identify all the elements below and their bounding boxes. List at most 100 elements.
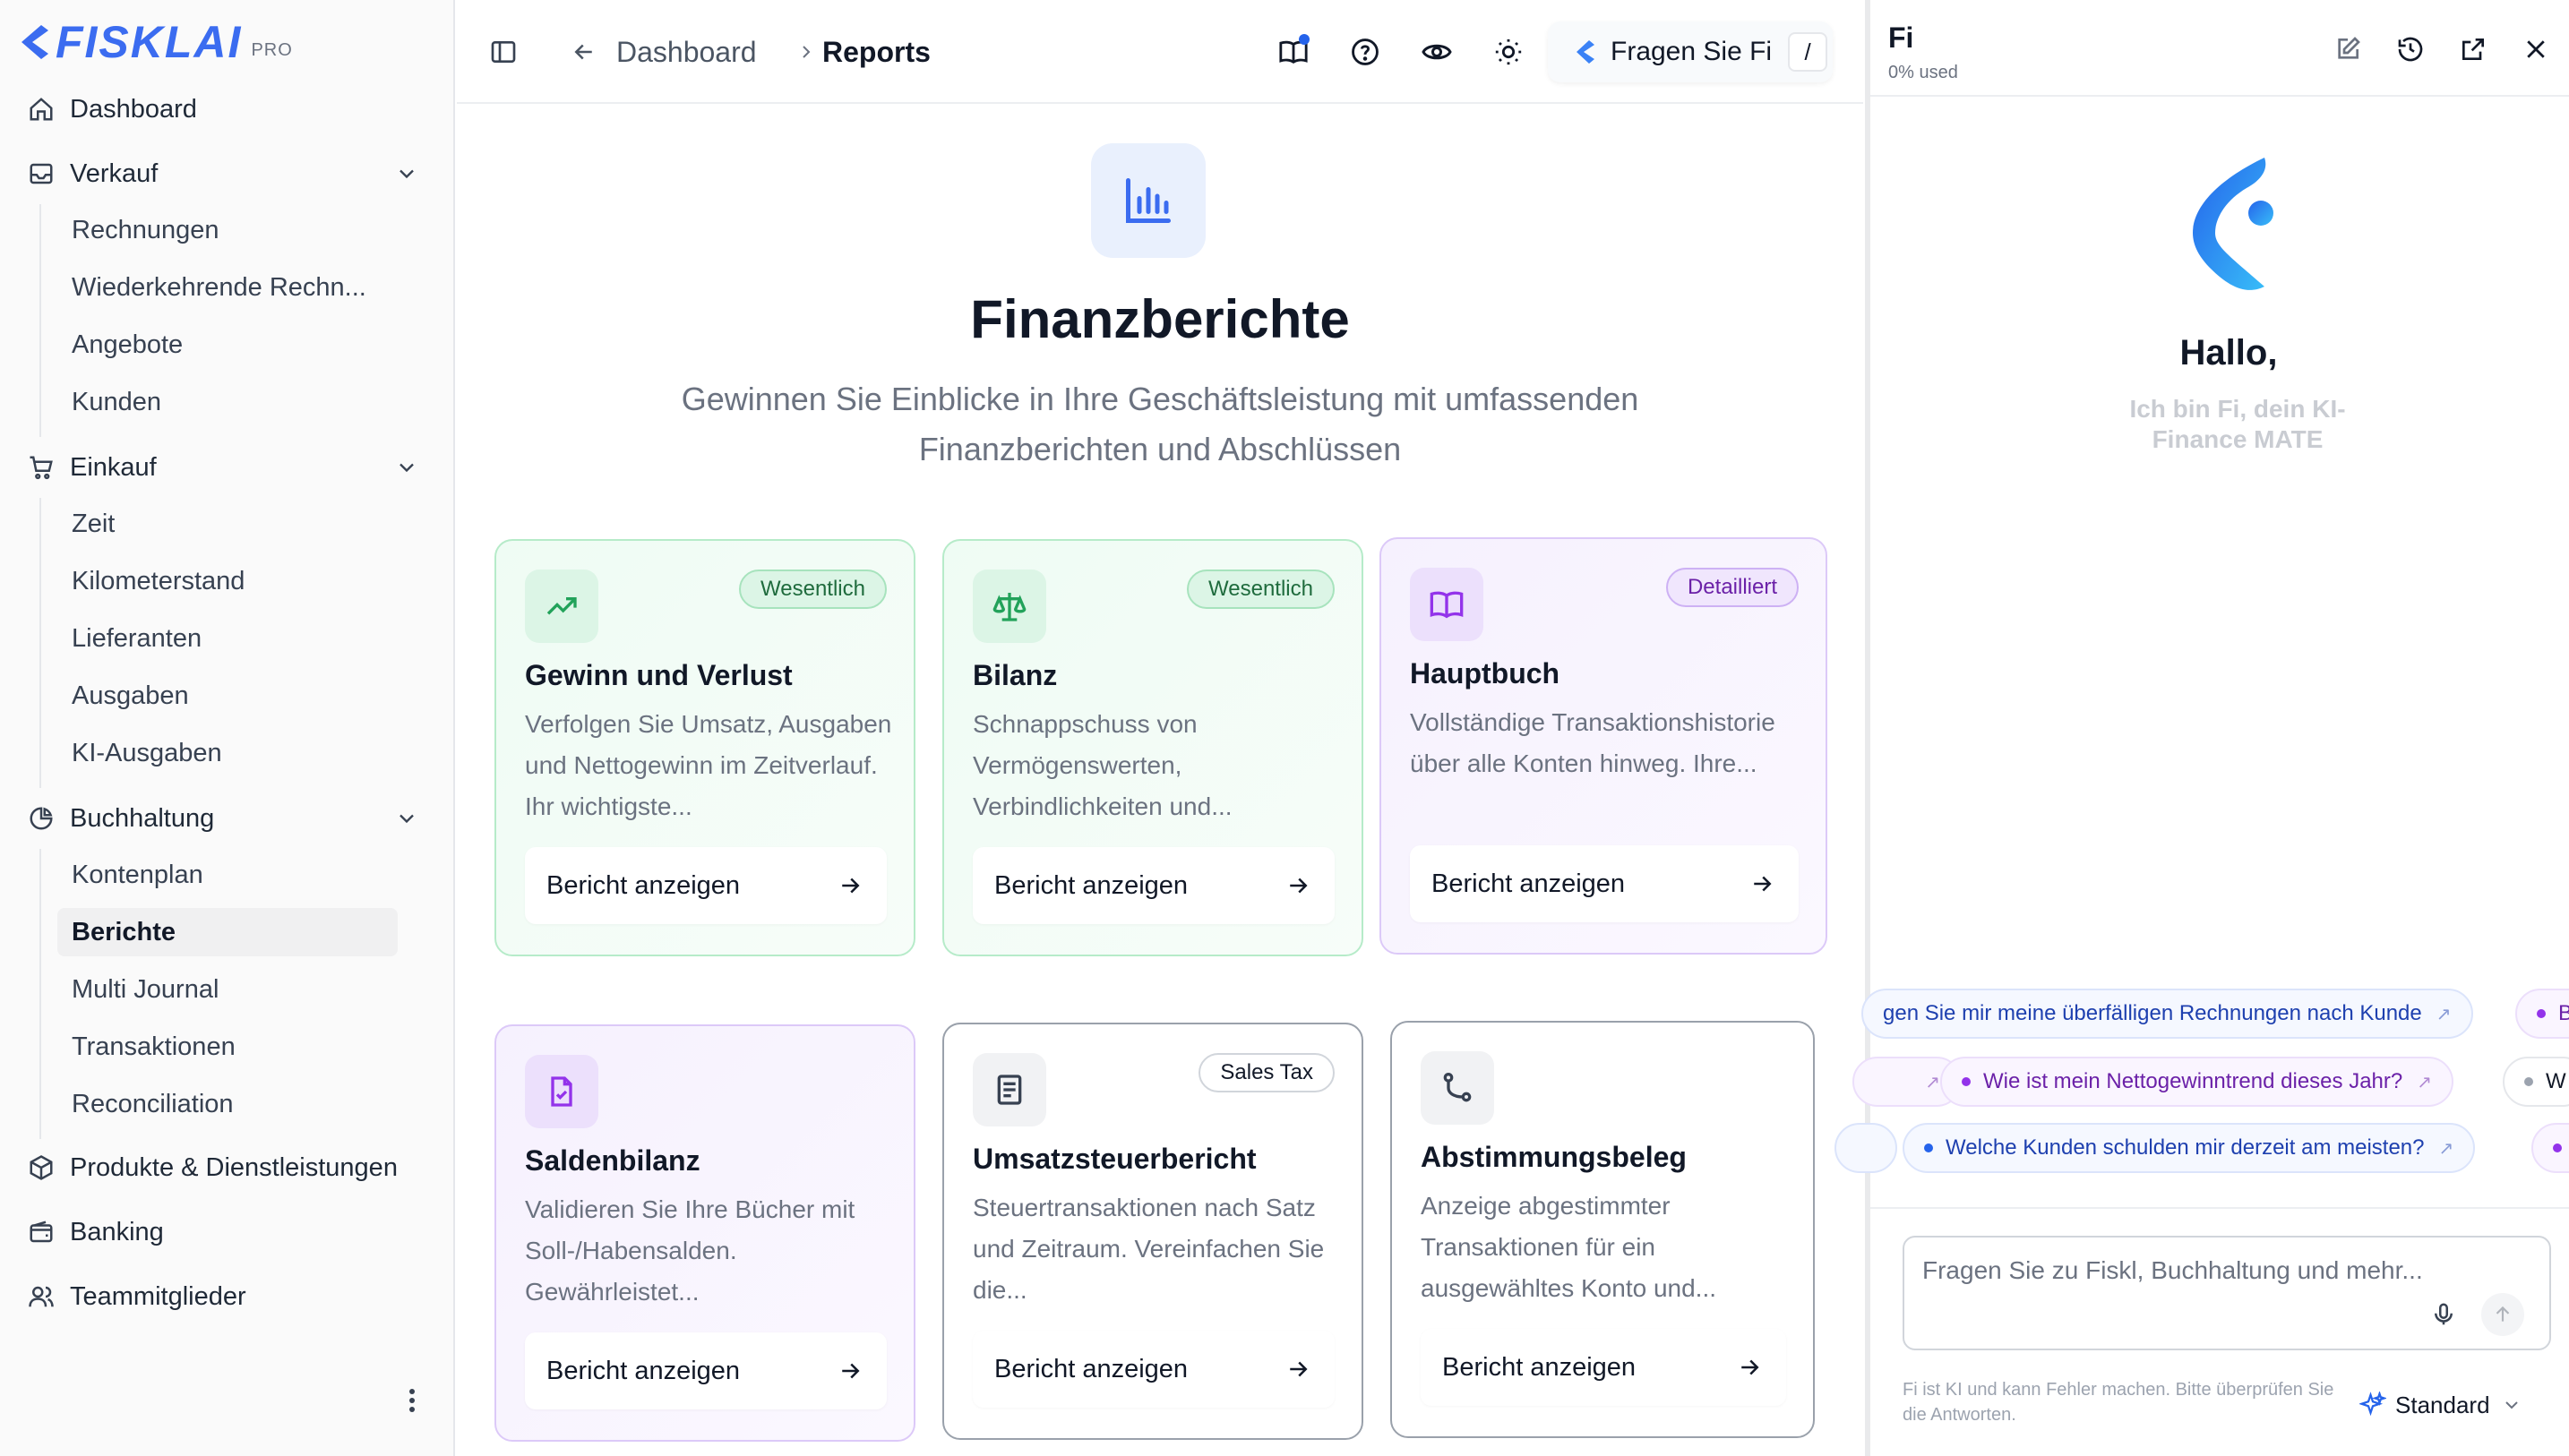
notification-dot	[1299, 34, 1310, 45]
submenu-guide	[39, 498, 41, 788]
view-report-label: Bericht anzeigen	[546, 870, 741, 900]
card-description: Steuertransaktionen nach Satz und Zeitra…	[973, 1194, 1325, 1304]
suggestion-chip[interactable]: gen Sie mir meine überfälligen Rechnunge…	[1861, 989, 2473, 1039]
report-card-umsatzsteuer: Sales Tax Umsatzsteuerbericht Steuertran…	[942, 1023, 1363, 1440]
sidebar-item-multi-journal[interactable]: Multi Journal	[57, 965, 398, 1014]
arrow-right-icon	[1284, 1356, 1311, 1390]
suggestion-text: Wie ist mein Nettogewinntrend dieses Jah…	[1983, 1069, 2403, 1093]
sidebar-item-verkauf[interactable]: Verkauf	[25, 150, 430, 197]
arrow-up-right-icon: ↗	[2438, 1138, 2454, 1159]
suggestion-chip[interactable]: W	[2503, 1057, 2569, 1107]
sidebar-item-rechnungen[interactable]: Rechnungen	[57, 206, 398, 254]
chevron-down-icon[interactable]	[394, 161, 419, 193]
card-title: Hauptbuch	[1410, 657, 1560, 689]
arrow-right-icon	[1748, 870, 1775, 904]
brand-name: FISKLAI	[56, 17, 243, 67]
sidebar-item-label: Banking	[70, 1217, 164, 1246]
sidebar-item-produkte[interactable]: Produkte & Dienstleistungen	[25, 1144, 430, 1191]
file-check-icon	[525, 1055, 598, 1128]
scale-icon	[973, 570, 1046, 643]
home-icon	[25, 93, 57, 125]
report-card-gewinn-verlust: Wesentlich Gewinn und Verlust Verfolgen …	[494, 539, 915, 956]
sidebar-item-kunden[interactable]: Kunden	[57, 378, 398, 426]
sidebar-item-banking[interactable]: Banking	[25, 1209, 430, 1255]
back-arrow-icon[interactable]	[566, 34, 602, 70]
breadcrumb-current: Reports	[822, 36, 931, 68]
chat-input[interactable]	[1922, 1252, 2424, 1338]
breadcrumb-dashboard[interactable]: Dashboard	[616, 32, 757, 72]
suggestion-chip[interactable]	[2531, 1123, 2569, 1173]
sidebar-item-transaktionen[interactable]: Transaktionen	[57, 1023, 398, 1071]
sidebar-item-reconciliation[interactable]: Reconciliation	[57, 1080, 398, 1128]
microphone-icon[interactable]	[2426, 1297, 2462, 1332]
chip-dot	[1924, 1143, 1933, 1152]
sidebar-item-buchhaltung[interactable]: Buchhaltung	[25, 795, 430, 842]
shortcut-key: /	[1788, 32, 1828, 72]
card-title: Umsatzsteuerbericht	[973, 1143, 1257, 1175]
more-vertical-icon[interactable]	[398, 1383, 426, 1418]
eye-icon[interactable]	[1419, 34, 1455, 70]
sidebar-item-angebote[interactable]: Angebote	[57, 321, 398, 369]
view-report-button[interactable]: Bericht anzeigen	[525, 847, 887, 924]
view-report-button[interactable]: Bericht anzeigen	[1421, 1329, 1786, 1406]
suggestion-chip[interactable]: Welche Kunden schulden mir derzeit am me…	[1903, 1123, 2476, 1173]
sidebar-item-kilometerstand[interactable]: Kilometerstand	[57, 557, 398, 605]
sidebar-item-ausgaben[interactable]: Ausgaben	[57, 672, 398, 720]
suggestion-chip[interactable]: B	[2515, 989, 2569, 1039]
sidebar-item-dashboard[interactable]: Dashboard	[25, 86, 430, 133]
close-icon[interactable]	[2519, 32, 2553, 66]
external-link-icon[interactable]	[2456, 32, 2490, 66]
chip-dot	[1962, 1077, 1971, 1086]
sidebar-item-berichte[interactable]: Berichte	[57, 908, 398, 956]
sidebar-item-kontenplan[interactable]: Kontenplan	[57, 851, 398, 899]
view-report-label: Bericht anzeigen	[994, 1354, 1189, 1383]
suggestion-chip[interactable]: Wie ist mein Nettogewinntrend dieses Jah…	[1940, 1057, 2453, 1107]
arrow-up-right-icon: ↗	[2417, 1072, 2432, 1092]
sidebar-item-lieferanten[interactable]: Lieferanten	[57, 614, 398, 663]
card-title: Abstimmungsbeleg	[1421, 1141, 1687, 1173]
sidebar: FISKLAI PRO Dashboard Verkauf Rechnungen…	[0, 0, 455, 1456]
sidebar-item-einkauf[interactable]: Einkauf	[25, 444, 430, 491]
sidebar-toggle-icon[interactable]	[485, 34, 521, 70]
sidebar-item-label: Verkauf	[70, 158, 159, 188]
send-button[interactable]	[2481, 1293, 2524, 1336]
chat-greeting: Hallo,	[2179, 333, 2278, 373]
sidebar-item-wiederkehrende[interactable]: Wiederkehrende Rechn...	[57, 263, 398, 312]
chat-composer	[1903, 1236, 2551, 1350]
card-badge: Detailliert	[1665, 568, 1799, 607]
sidebar-item-teammitglieder[interactable]: Teammitglieder	[25, 1273, 430, 1320]
ask-fi-button[interactable]: Fragen Sie Fi /	[1548, 21, 1833, 82]
receipt-icon	[973, 1053, 1046, 1126]
view-report-button[interactable]: Bericht anzeigen	[525, 1332, 887, 1409]
chat-intro: Ich bin Fi, dein KI-Finance MATE	[2129, 395, 2346, 453]
view-report-button[interactable]: Bericht anzeigen	[973, 847, 1335, 924]
mode-selector[interactable]: Standard	[2359, 1383, 2542, 1427]
chip-dot	[2524, 1077, 2533, 1086]
page-subtitle: Gewinnen Sie Einblicke in Ihre Geschäfts…	[681, 381, 1639, 467]
arrow-up-right-icon: ↗	[2436, 1004, 2452, 1024]
book-open-icon[interactable]	[1276, 34, 1311, 70]
chevron-down-icon[interactable]	[394, 455, 419, 487]
new-chat-icon[interactable]	[2331, 32, 2365, 66]
history-icon[interactable]	[2393, 32, 2427, 66]
sidebar-item-ki-ausgaben[interactable]: KI-Ausgaben	[57, 729, 398, 777]
mode-label: Standard	[2395, 1391, 2490, 1418]
chevron-down-icon[interactable]	[394, 806, 419, 838]
help-circle-icon[interactable]	[1347, 34, 1383, 70]
card-description: Anzeige abgestimmter Transaktionen für e…	[1421, 1192, 1717, 1302]
sidebar-item-label: Einkauf	[70, 452, 157, 482]
git-branch-icon	[1421, 1051, 1494, 1125]
users-icon	[25, 1280, 57, 1313]
chevron-right-icon	[788, 34, 824, 70]
view-report-button[interactable]: Bericht anzeigen	[973, 1331, 1335, 1408]
sun-icon[interactable]	[1491, 34, 1526, 70]
report-card-abstimmungsbeleg: Abstimmungsbeleg Anzeige abgestimmter Tr…	[1390, 1021, 1815, 1438]
fi-chat-panel: Fi 0% used Hallo, Ich bin Fi, dein KI-Fi…	[1834, 0, 2569, 1456]
topbar: Dashboard Reports Fragen Sie Fi /	[457, 0, 1863, 104]
chip-dot	[2537, 1009, 2546, 1018]
view-report-button[interactable]: Bericht anzeigen	[1410, 845, 1799, 922]
suggestion-chip[interactable]	[1834, 1123, 1897, 1173]
submenu-guide	[39, 204, 41, 437]
sidebar-item-zeit[interactable]: Zeit	[57, 500, 398, 548]
brand-logo[interactable]: FISKLAI PRO	[14, 20, 293, 64]
